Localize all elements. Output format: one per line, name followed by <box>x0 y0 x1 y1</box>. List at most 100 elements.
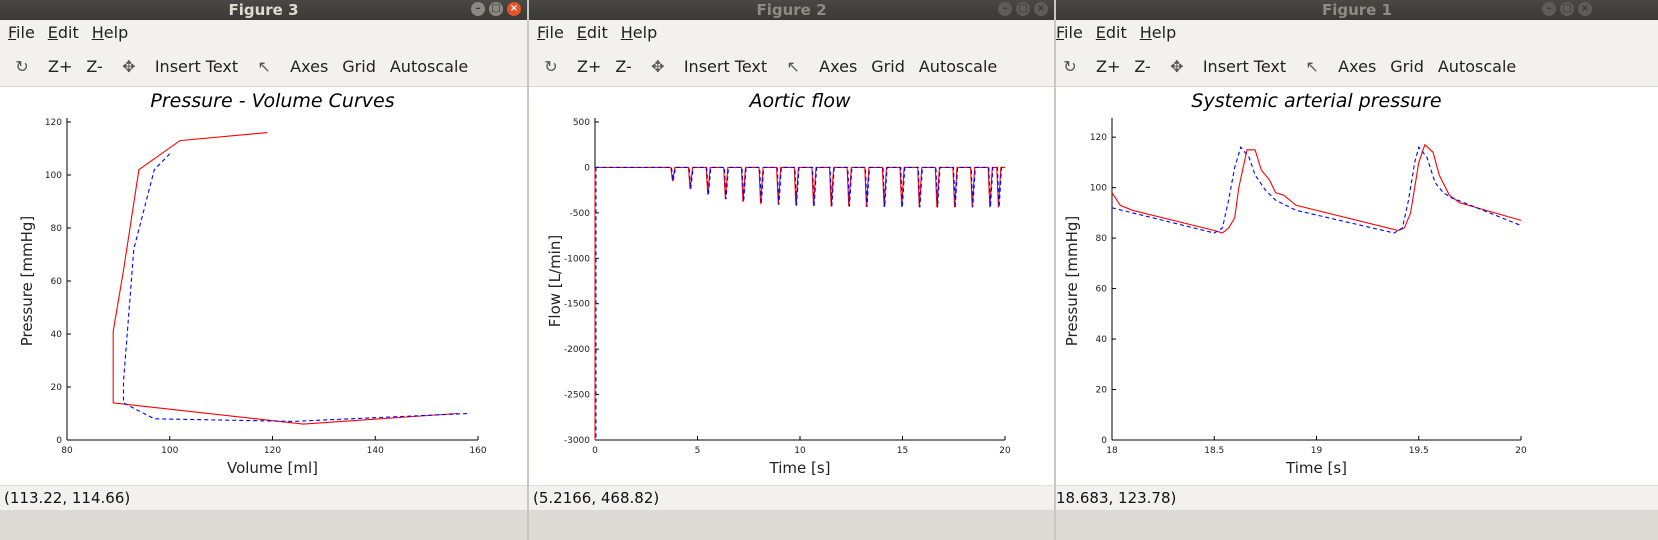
aortic-flow-chart: Aortic flow Time [s] Flow [L/min] 0 5 10 15 20 -… <box>546 90 1011 477</box>
rotate-icon[interactable]: ↻ <box>0 57 41 76</box>
zoom-in-button[interactable]: Z+ <box>41 57 79 76</box>
bottom-strip <box>529 510 1054 540</box>
x-tick-label: 120 <box>264 446 281 456</box>
y-tick-label: 60 <box>1096 285 1108 295</box>
y-tick-label: -2500 <box>564 391 590 401</box>
chart-title: Systemic arterial pressure <box>1191 90 1441 112</box>
axes-button[interactable]: Axes <box>1331 57 1383 76</box>
window-controls: – □ × <box>1542 2 1592 16</box>
x-tick-label: 20 <box>1515 446 1527 456</box>
menu-edit[interactable]: Edit <box>569 20 613 42</box>
grid-button[interactable]: Grid <box>864 57 912 76</box>
menu-edit[interactable]: Edit <box>1088 20 1132 42</box>
bottom-strip <box>1056 510 1658 540</box>
close-icon[interactable]: × <box>1034 2 1048 16</box>
select-arrow-icon[interactable]: ↖ <box>1293 57 1331 76</box>
x-tick-label: 20 <box>999 446 1011 456</box>
menu-help[interactable]: Help <box>1132 20 1181 42</box>
window-controls: – □ × <box>471 2 521 16</box>
grid-button[interactable]: Grid <box>335 57 383 76</box>
zoom-in-button[interactable]: Z+ <box>1089 57 1127 76</box>
y-tick-label: 120 <box>1090 133 1107 143</box>
x-tick-label: 18.5 <box>1204 446 1224 456</box>
y-tick-label: -2000 <box>564 345 590 355</box>
autoscale-button[interactable]: Autoscale <box>383 57 475 76</box>
menu-bar: File Edit Help <box>1056 20 1658 46</box>
y-tick-label: 40 <box>51 330 63 340</box>
x-tick-label: 100 <box>161 446 178 456</box>
maximize-icon[interactable]: □ <box>1560 2 1574 16</box>
y-axis-label: Pressure [mmHg] <box>1063 216 1081 347</box>
close-icon[interactable]: × <box>1578 2 1592 16</box>
series-line-blue-dashed <box>595 166 1005 208</box>
systemic-pressure-chart: Systemic arterial pressure Time [s] Pressu… <box>1063 90 1527 477</box>
y-tick-label: 80 <box>1096 234 1108 244</box>
window-title: Figure 1 <box>1321 1 1393 19</box>
y-tick-label: -500 <box>570 209 591 219</box>
rotate-icon[interactable]: ↻ <box>529 57 570 76</box>
insert-text-button[interactable]: Insert Text <box>677 57 774 76</box>
y-tick-label: 60 <box>51 277 63 287</box>
plot-area[interactable]: Pressure - Volume Curves Volume [ml] Press… <box>0 87 527 485</box>
minimize-icon[interactable]: – <box>998 2 1012 16</box>
menu-help[interactable]: Help <box>84 20 133 42</box>
series-line-red-solid <box>1111 143 1522 234</box>
pan-icon[interactable]: ✥ <box>110 57 148 76</box>
status-bar: 18.683, 123.78) <box>1056 485 1658 511</box>
axes-button[interactable]: Axes <box>812 57 864 76</box>
zoom-out-button[interactable]: Z- <box>608 57 638 76</box>
series-line-red-solid <box>595 166 1005 208</box>
y-tick-label: 100 <box>1090 184 1107 194</box>
pv-curves-chart: Pressure - Volume Curves Volume [ml] Press… <box>18 90 487 477</box>
rotate-icon[interactable]: ↻ <box>1056 57 1089 76</box>
x-tick-label: 18 <box>1106 446 1118 456</box>
minimize-icon[interactable]: – <box>471 2 485 16</box>
y-axis-label: Flow [L/min] <box>546 235 564 327</box>
minimize-icon[interactable]: – <box>1542 2 1556 16</box>
title-bar[interactable]: Figure 2 – □ × <box>529 0 1054 20</box>
window-title: Figure 2 <box>756 1 827 19</box>
autoscale-button[interactable]: Autoscale <box>912 57 1004 76</box>
menu-file[interactable]: File <box>1056 20 1088 42</box>
window-title: Figure 3 <box>228 1 299 19</box>
maximize-icon[interactable]: □ <box>1016 2 1030 16</box>
x-tick-label: 15 <box>897 446 908 456</box>
plot-area[interactable]: Aortic flow Time [s] Flow [L/min] 0 5 10 15 20 -… <box>529 87 1054 485</box>
menu-file[interactable]: File <box>529 20 569 42</box>
zoom-out-button[interactable]: Z- <box>1127 57 1157 76</box>
grid-button[interactable]: Grid <box>1383 57 1431 76</box>
insert-text-button[interactable]: Insert Text <box>1196 57 1293 76</box>
title-bar[interactable]: Figure 1 – □ × <box>1056 0 1658 20</box>
x-tick-label: 19.5 <box>1409 446 1429 456</box>
y-tick-label: -1500 <box>564 300 590 310</box>
close-icon[interactable]: × <box>507 2 521 16</box>
series-line-blue-dashed <box>122 153 468 422</box>
x-tick-label: 0 <box>592 446 598 456</box>
plot-area[interactable]: Systemic arterial pressure Time [s] Pressu… <box>1056 87 1658 485</box>
y-tick-label: 0 <box>56 436 62 446</box>
zoom-in-button[interactable]: Z+ <box>570 57 608 76</box>
y-tick-label: 20 <box>1096 386 1108 396</box>
y-tick-label: -1000 <box>564 254 590 264</box>
axes-button[interactable]: Axes <box>283 57 335 76</box>
y-tick-label: 40 <box>1096 335 1108 345</box>
zoom-out-button[interactable]: Z- <box>79 57 109 76</box>
y-tick-label: -3000 <box>564 436 590 446</box>
maximize-icon[interactable]: □ <box>489 2 503 16</box>
select-arrow-icon[interactable]: ↖ <box>774 57 812 76</box>
title-bar[interactable]: Figure 3 – □ × <box>0 0 527 20</box>
y-axis-label: Pressure [mmHg] <box>18 216 36 347</box>
chart-title: Pressure - Volume Curves <box>150 90 394 112</box>
pan-icon[interactable]: ✥ <box>639 57 677 76</box>
select-arrow-icon[interactable]: ↖ <box>245 57 283 76</box>
pan-icon[interactable]: ✥ <box>1158 57 1196 76</box>
menu-file[interactable]: File <box>0 20 40 42</box>
chart-title: Aortic flow <box>747 90 851 112</box>
x-axis-label: Time [s] <box>769 459 831 477</box>
menu-edit[interactable]: Edit <box>40 20 84 42</box>
figure-2-window: Figure 2 – □ × File Edit Help ↻ Z+ Z- ✥ In… <box>529 0 1054 540</box>
autoscale-button[interactable]: Autoscale <box>1431 57 1523 76</box>
insert-text-button[interactable]: Insert Text <box>148 57 245 76</box>
menu-help[interactable]: Help <box>613 20 662 42</box>
x-axis-label: Time [s] <box>1285 459 1347 477</box>
